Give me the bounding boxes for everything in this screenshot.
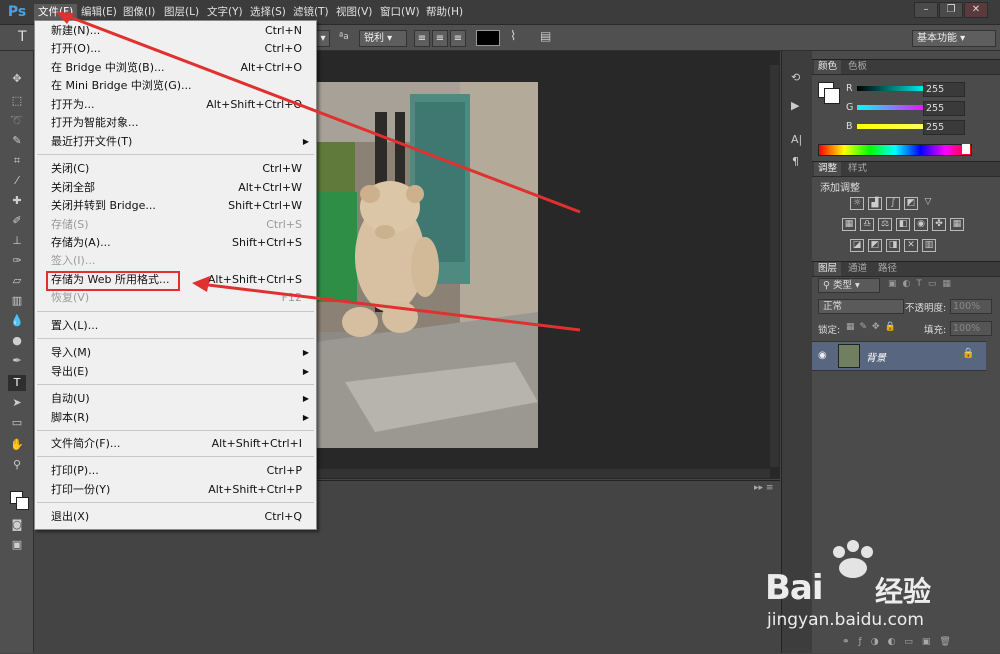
arrowhead-icon (192, 276, 210, 292)
watermark-brand-right: 经验 (875, 575, 932, 608)
arrow-to-file-menu (61, 12, 581, 214)
watermark-url: jingyan.baidu.com (767, 610, 924, 630)
baidu-jingyan-watermark: Bai 经验 jingyan.baidu.com (765, 540, 995, 632)
watermark-brand-left: Bai (765, 568, 824, 608)
arrow-to-save-for-web (199, 282, 581, 332)
